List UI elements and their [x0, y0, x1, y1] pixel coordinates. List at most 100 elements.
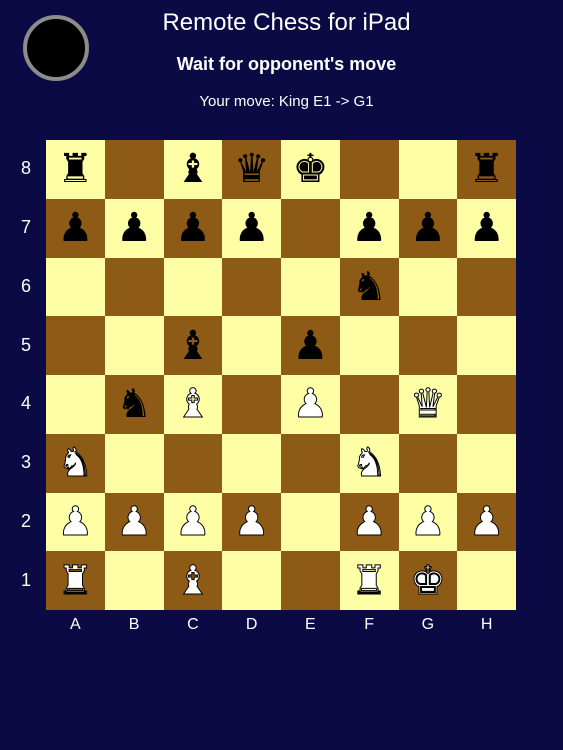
- square-f8[interactable]: [339, 140, 399, 199]
- white-pawn-icon[interactable]: ♟: [468, 501, 505, 542]
- white-rook-icon[interactable]: ♜: [351, 560, 388, 601]
- white-pawn-icon[interactable]: ♟: [351, 501, 388, 542]
- white-rook-icon[interactable]: ♜: [57, 560, 94, 601]
- square-f3[interactable]: ♞: [339, 433, 399, 493]
- square-h3[interactable]: [457, 433, 516, 493]
- square-g2[interactable]: ♟: [398, 492, 458, 552]
- square-f7[interactable]: ♟: [339, 198, 399, 258]
- black-rook-icon[interactable]: ♜: [469, 149, 505, 189]
- white-pawn-icon[interactable]: ♟: [233, 501, 270, 542]
- black-knight-icon[interactable]: ♞: [116, 384, 152, 424]
- white-bishop-icon[interactable]: ♝: [174, 384, 211, 425]
- square-e6[interactable]: [281, 257, 340, 317]
- square-b2[interactable]: ♟: [104, 492, 164, 552]
- square-g8[interactable]: [398, 140, 458, 199]
- black-pawn-icon[interactable]: ♟: [351, 208, 387, 248]
- square-e1[interactable]: [281, 551, 340, 610]
- black-pawn-icon[interactable]: ♟: [292, 326, 328, 366]
- square-h5[interactable]: [457, 316, 516, 375]
- chess-board[interactable]: ♜ ♝ ♛ ♚ ♜ ♟ ♟ ♟ ♟ ♟ ♟ ♟ ♞ ♝ ♟ ♞ ♝ ♟ ♛ ♞ ♞ ♟ ♟ ♟ ♟ ♟ ♟ ♟ ♜ ♝ ♜ ♚: [46, 140, 516, 610]
- square-c5[interactable]: ♝: [163, 316, 223, 375]
- square-d8[interactable]: ♛: [222, 140, 281, 199]
- square-a3[interactable]: ♞: [46, 433, 105, 493]
- square-g6[interactable]: [398, 257, 458, 317]
- square-g4[interactable]: ♛: [398, 375, 458, 434]
- square-f6[interactable]: ♞: [339, 257, 399, 317]
- black-pawn-icon[interactable]: ♟: [175, 208, 211, 248]
- black-knight-icon[interactable]: ♞: [351, 267, 387, 307]
- square-f4[interactable]: [339, 375, 399, 434]
- square-e2[interactable]: [281, 492, 340, 552]
- square-d5[interactable]: [222, 316, 281, 375]
- black-rook-icon[interactable]: ♜: [57, 149, 93, 189]
- square-d3[interactable]: [222, 433, 281, 493]
- square-b6[interactable]: [104, 257, 164, 317]
- square-c3[interactable]: [163, 433, 223, 493]
- square-a7[interactable]: ♟: [46, 198, 105, 258]
- square-g3[interactable]: [398, 433, 458, 493]
- white-pawn-icon[interactable]: ♟: [116, 501, 153, 542]
- square-e7[interactable]: [281, 198, 340, 258]
- square-b3[interactable]: [104, 433, 164, 493]
- white-pawn-icon[interactable]: ♟: [174, 501, 211, 542]
- square-b8[interactable]: [104, 140, 164, 199]
- black-king-icon[interactable]: ♚: [292, 149, 328, 189]
- square-e5[interactable]: ♟: [281, 316, 340, 375]
- square-e4[interactable]: ♟: [281, 375, 340, 434]
- square-a5[interactable]: [46, 316, 105, 375]
- white-knight-icon[interactable]: ♞: [57, 443, 94, 484]
- square-b1[interactable]: [104, 551, 164, 610]
- white-knight-icon[interactable]: ♞: [351, 443, 388, 484]
- white-king-icon[interactable]: ♚: [409, 560, 446, 601]
- black-queen-icon[interactable]: ♛: [234, 149, 270, 189]
- square-g7[interactable]: ♟: [398, 198, 458, 258]
- black-bishop-icon[interactable]: ♝: [175, 326, 211, 366]
- square-h4[interactable]: [457, 375, 516, 434]
- black-pawn-icon[interactable]: ♟: [469, 208, 505, 248]
- square-b4[interactable]: ♞: [104, 375, 164, 434]
- square-c7[interactable]: ♟: [163, 198, 223, 258]
- square-e8[interactable]: ♚: [281, 140, 340, 199]
- white-pawn-icon[interactable]: ♟: [409, 501, 446, 542]
- square-a2[interactable]: ♟: [46, 492, 105, 552]
- square-h2[interactable]: ♟: [457, 492, 516, 552]
- file-label-d: D: [245, 616, 258, 633]
- white-pawn-icon[interactable]: ♟: [57, 501, 94, 542]
- square-g5[interactable]: [398, 316, 458, 375]
- square-f2[interactable]: ♟: [339, 492, 399, 552]
- square-c2[interactable]: ♟: [163, 492, 223, 552]
- square-e3[interactable]: [281, 433, 340, 493]
- square-a4[interactable]: [46, 375, 105, 434]
- square-h8[interactable]: ♜: [457, 140, 516, 199]
- square-g1[interactable]: ♚: [398, 551, 458, 610]
- square-c1[interactable]: ♝: [163, 551, 223, 610]
- square-h7[interactable]: ♟: [457, 198, 516, 258]
- square-c6[interactable]: [163, 257, 223, 317]
- square-d7[interactable]: ♟: [222, 198, 281, 258]
- black-pawn-icon[interactable]: ♟: [234, 208, 270, 248]
- square-d1[interactable]: [222, 551, 281, 610]
- square-d4[interactable]: [222, 375, 281, 434]
- square-h6[interactable]: [457, 257, 516, 317]
- file-label-a: A: [70, 616, 81, 633]
- square-c4[interactable]: ♝: [163, 375, 223, 434]
- white-pawn-icon[interactable]: ♟: [292, 384, 329, 425]
- square-d6[interactable]: [222, 257, 281, 317]
- square-a6[interactable]: [46, 257, 105, 317]
- square-a8[interactable]: ♜: [46, 140, 105, 199]
- square-h1[interactable]: [457, 551, 516, 610]
- square-b5[interactable]: [104, 316, 164, 375]
- square-f1[interactable]: ♜: [339, 551, 399, 610]
- square-a1[interactable]: ♜: [46, 551, 105, 610]
- black-pawn-icon[interactable]: ♟: [57, 208, 93, 248]
- black-pawn-icon[interactable]: ♟: [116, 208, 152, 248]
- white-queen-icon[interactable]: ♛: [409, 384, 446, 425]
- white-bishop-icon[interactable]: ♝: [174, 560, 211, 601]
- black-pawn-icon[interactable]: ♟: [410, 208, 446, 248]
- black-bishop-icon[interactable]: ♝: [175, 149, 211, 189]
- square-f5[interactable]: [339, 316, 399, 375]
- file-label-g: G: [421, 616, 435, 633]
- square-b7[interactable]: ♟: [104, 198, 164, 258]
- square-c8[interactable]: ♝: [163, 140, 223, 199]
- square-d2[interactable]: ♟: [222, 492, 281, 552]
